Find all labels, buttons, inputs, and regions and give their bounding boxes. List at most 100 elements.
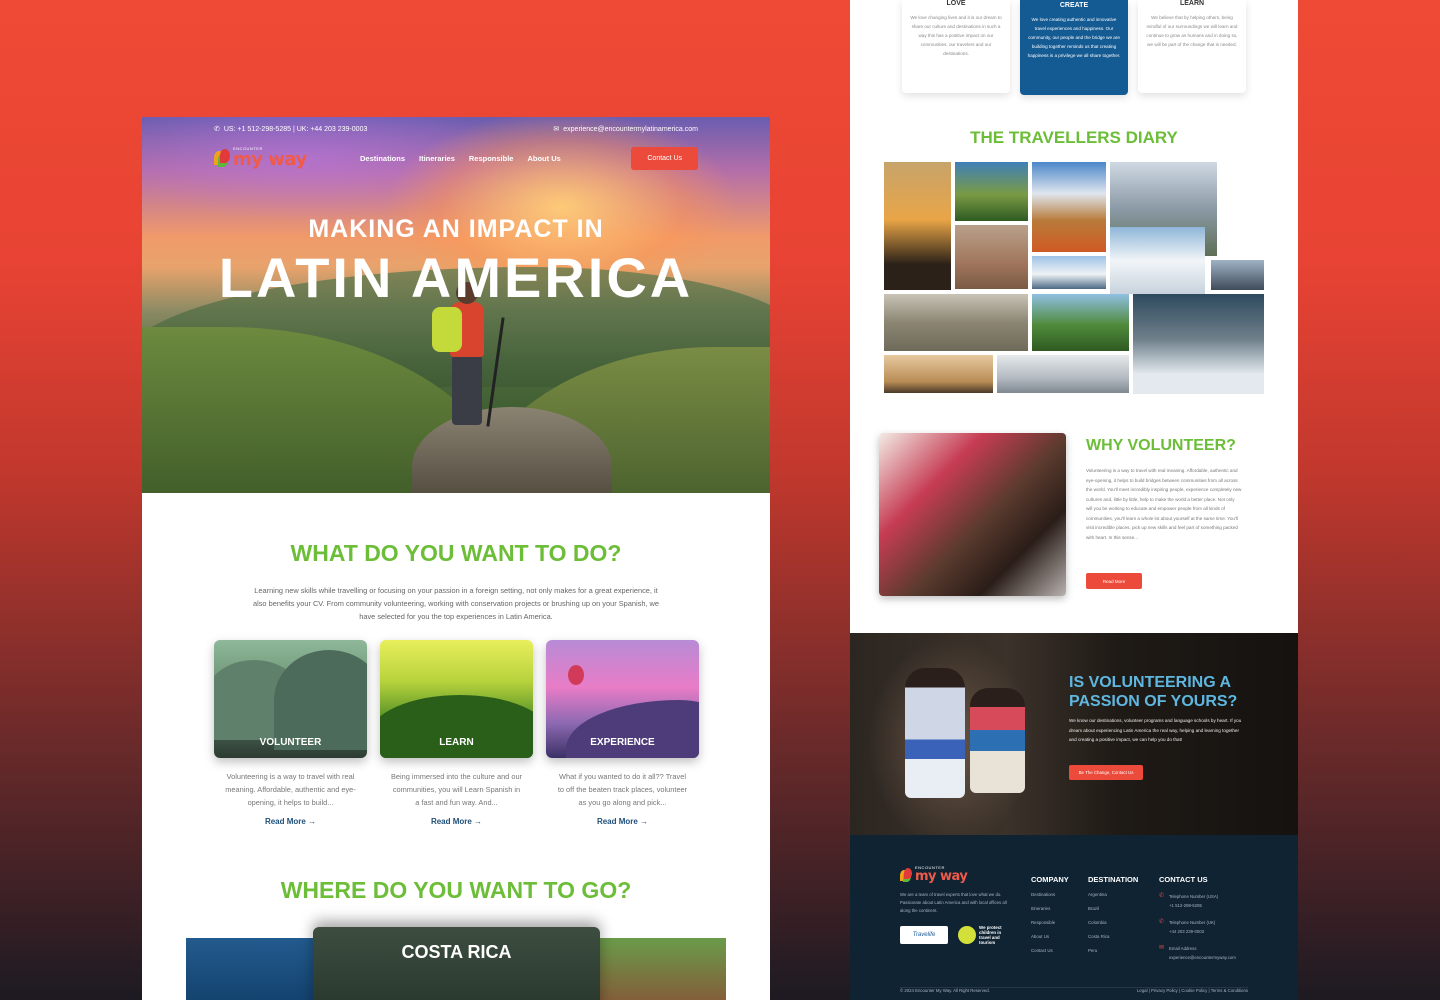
footer-company-column: COMPANY Destinations Itineraries Respons… — [1031, 875, 1069, 962]
contact-us-button[interactable]: Contact Us — [631, 146, 698, 170]
gallery-photo[interactable] — [1032, 162, 1106, 252]
footer-destination-title: DESTINATION — [1088, 875, 1139, 884]
gallery-photo[interactable] — [997, 355, 1129, 393]
why-volunteer-text: Volunteering is a way to travel with rea… — [1086, 468, 1242, 540]
read-more-link[interactable]: Read More → — [214, 817, 367, 826]
homepage-mockup-left: ✆ US: +1 512-298-5285 | UK: +44 203 239-0… — [142, 117, 770, 1000]
gallery-photo[interactable] — [884, 355, 993, 393]
what-section-description: Learning new skills while travelling or … — [252, 586, 659, 621]
topbar-email[interactable]: ✉ experience@encountermylatinamerica.com — [553, 125, 698, 134]
footer-company-title: COMPANY — [1031, 875, 1069, 884]
footer-contact-title: CONTACT US — [1159, 875, 1208, 884]
mail-icon: ✉ — [553, 126, 560, 133]
footer-destination-column: DESTINATION Argentina Brazil Colombia Co… — [1088, 875, 1138, 962]
gallery-photo[interactable] — [884, 162, 951, 290]
child-protection-icon — [958, 926, 976, 944]
gallery-photo[interactable] — [955, 225, 1028, 289]
footer-contact-email[interactable]: ✉ Email Address experience@encountermyway… — [1159, 944, 1236, 962]
main-navbar: ENCOUNTER my way Destinations Itinerarie… — [214, 143, 698, 173]
gallery-photo[interactable] — [955, 162, 1028, 221]
nav-about-us[interactable]: About Us — [527, 154, 560, 163]
footer-link[interactable]: Costa Rica — [1088, 934, 1138, 939]
destination-label: COSTA RICA — [401, 942, 512, 962]
footer-link[interactable]: Destinations — [1031, 892, 1069, 897]
passion-text: We know our destinations, volunteer prog… — [1069, 718, 1242, 742]
experience-image[interactable]: EXPERIENCE — [546, 640, 699, 758]
children-image — [905, 668, 965, 798]
footer-link[interactable]: Peru — [1088, 948, 1138, 953]
values-cards: LOVE We love changing lives and it is ou… — [902, 0, 1246, 95]
volunteer-image[interactable]: VOLUNTEER — [214, 640, 367, 758]
be-the-change-button[interactable]: Be The Change, Contact Us — [1069, 765, 1143, 780]
gallery-photo[interactable] — [1110, 227, 1205, 294]
value-text: We love changing lives and it is our dre… — [910, 15, 1002, 56]
logo[interactable]: ENCOUNTER my way — [214, 147, 324, 169]
value-text: We love creating authentic and innovativ… — [1027, 17, 1121, 58]
why-volunteer-title: WHY VOLUNTEER? — [1086, 437, 1236, 454]
phone-icon: ✆ — [1159, 919, 1165, 925]
footer-link[interactable]: Brazil — [1088, 906, 1138, 911]
topbar-phone[interactable]: ✆ US: +1 512-298-5285 | UK: +44 203 239-0… — [214, 125, 367, 134]
card-learn[interactable]: LEARN Being immersed into the culture an… — [380, 640, 533, 826]
gallery-photo[interactable] — [1032, 256, 1106, 289]
hero-title-line1: MAKING AN IMPACT IN — [308, 215, 604, 243]
footer-link[interactable]: Colombia — [1088, 920, 1138, 925]
homepage-mockup-right: LOVE We love changing lives and it is ou… — [850, 0, 1298, 1000]
learn-image[interactable]: LEARN — [380, 640, 533, 758]
child-protection-badge: We protect children in travel and touris… — [958, 925, 1011, 945]
value-text: We believe that by helping others, being… — [1146, 15, 1238, 47]
photo-gallery — [884, 162, 1264, 394]
mail-icon: ✉ — [1159, 945, 1165, 951]
travellers-diary-title: THE TRAVELLERS DIARY — [970, 128, 1178, 147]
value-card-love: LOVE We love changing lives and it is ou… — [902, 0, 1010, 93]
card-label: VOLUNTEER — [259, 737, 322, 748]
footer-link[interactable]: About Us — [1031, 934, 1069, 939]
footer-contact-usa[interactable]: ✆ Telephone Number (USA) +1 512-298-5285 — [1159, 892, 1236, 910]
gallery-photo[interactable] — [1211, 260, 1264, 290]
read-more-link[interactable]: Read More → — [380, 817, 533, 826]
hero-banner: ✆ US: +1 512-298-5285 | UK: +44 203 239-0… — [142, 117, 770, 493]
card-experience[interactable]: EXPERIENCE What if you wanted to do it a… — [546, 640, 699, 826]
destination-card[interactable] — [186, 938, 313, 1000]
footer-link[interactable]: Contact Us — [1031, 948, 1069, 953]
footer: ENCOUNTER my way We are a team of travel… — [850, 835, 1298, 1000]
logo-big-text: my way — [915, 869, 968, 884]
card-label: LEARN — [439, 737, 474, 748]
gallery-photo[interactable] — [1133, 294, 1264, 394]
value-title: CREATE — [1059, 2, 1089, 9]
why-read-more-button[interactable]: Read More — [1086, 573, 1142, 589]
footer-contact-uk[interactable]: ✆ Telephone Number (UK) +44 203 239-0003 — [1159, 918, 1236, 936]
phone-icon: ✆ — [214, 126, 220, 133]
logo-big-text: my way — [233, 149, 307, 170]
passion-banner: IS VOLUNTEERING A PASSION OF YOURS? We k… — [850, 633, 1298, 835]
card-text: What if you wanted to do it all?? Travel… — [557, 772, 688, 807]
footer-link[interactable]: Argentina — [1088, 892, 1138, 897]
footer-contact-column: CONTACT US ✆ Telephone Number (USA) +1 51… — [1159, 875, 1236, 970]
destination-card-costa-rica[interactable]: COSTA RICA — [313, 927, 600, 1000]
value-card-learn: LEARN We believe that by helping others,… — [1138, 0, 1246, 93]
footer-link[interactable]: Responsible — [1031, 920, 1069, 925]
footer-about: We are a team of travel experts that lov… — [900, 892, 1007, 913]
gallery-photo[interactable] — [884, 294, 1028, 351]
read-more-link[interactable]: Read More → — [546, 817, 699, 826]
nav-responsible[interactable]: Responsible — [469, 154, 514, 163]
footer-bottom-bar: © 2024 Encounter My Way. All Right Reser… — [900, 987, 1248, 993]
destination-card[interactable] — [600, 938, 726, 1000]
card-text: Volunteering is a way to travel with rea… — [225, 772, 356, 807]
value-title: LEARN — [1179, 0, 1205, 7]
travelife-badge: Travelife — [900, 926, 948, 944]
children-image — [970, 688, 1025, 793]
card-text: Being immersed into the culture and our … — [390, 772, 523, 807]
balloon-icon — [568, 665, 584, 685]
gallery-photo[interactable] — [1032, 294, 1129, 351]
footer-logo[interactable]: ENCOUNTER my way — [900, 866, 968, 884]
legal-links[interactable]: Legal | Privacy Policy | Cookie Policy |… — [1137, 988, 1248, 993]
nav-destinations[interactable]: Destinations — [360, 154, 405, 163]
value-title: LOVE — [946, 0, 966, 7]
phone-icon: ✆ — [1159, 893, 1165, 899]
nav-itineraries[interactable]: Itineraries — [419, 154, 455, 163]
why-volunteer-image — [879, 433, 1066, 596]
footer-link[interactable]: Itineraries — [1031, 906, 1069, 911]
card-volunteer[interactable]: VOLUNTEER Volunteering is a way to trave… — [214, 640, 367, 826]
passion-title: IS VOLUNTEERING A PASSION OF YOURS? — [1069, 674, 1238, 710]
